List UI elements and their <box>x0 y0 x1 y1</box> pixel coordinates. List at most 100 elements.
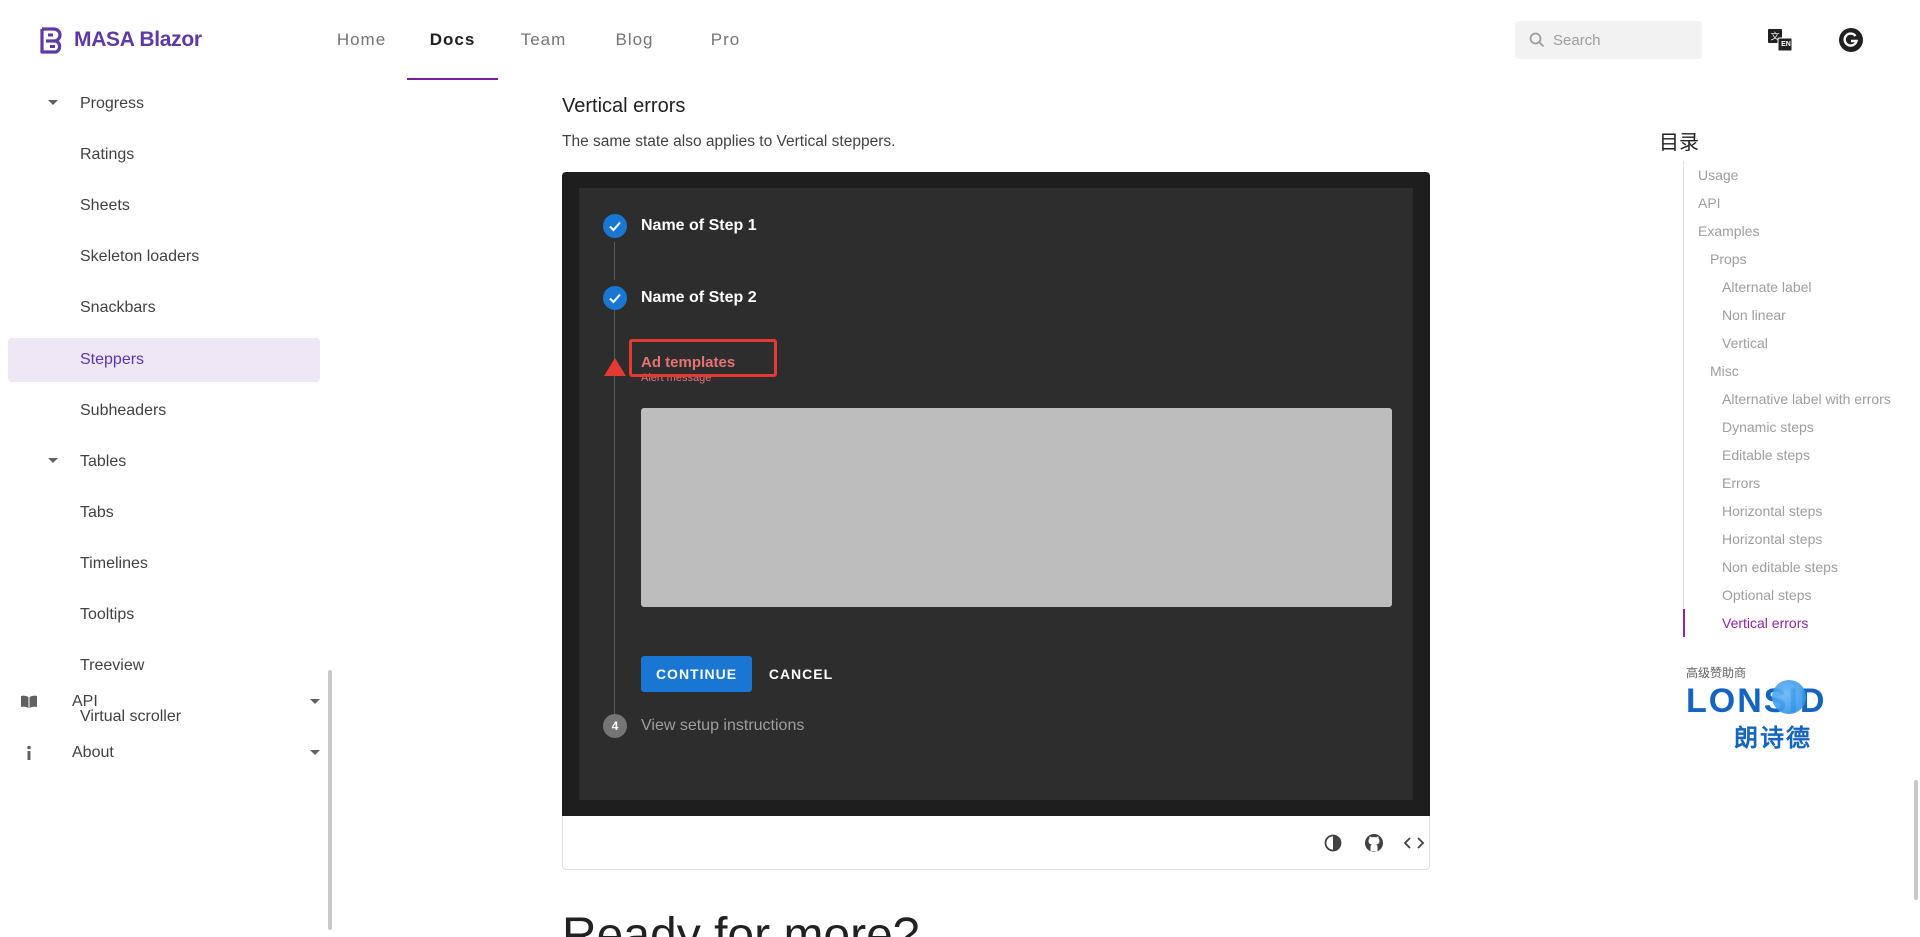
nav-pro[interactable]: Pro <box>680 0 771 80</box>
toc-item[interactable]: Props <box>1684 245 1903 273</box>
sidebar-item-label: Tabs <box>80 504 114 521</box>
toc-item[interactable]: Horizontal steps <box>1684 525 1903 553</box>
toc-item[interactable]: Vertical <box>1684 329 1903 357</box>
caret-down-icon <box>48 458 58 463</box>
toc-item[interactable]: Non linear <box>1684 301 1903 329</box>
toc-item[interactable]: Examples <box>1684 217 1903 245</box>
caret-down-icon <box>48 100 58 105</box>
sidebar-scrollbar[interactable] <box>328 670 332 930</box>
step-label[interactable]: View setup instructions <box>641 717 804 735</box>
sidebar: Progress Ratings Sheets Skeleton loaders Sna… <box>0 80 335 937</box>
view-source-button[interactable] <box>1403 832 1425 854</box>
nav-home[interactable]: Home <box>316 0 407 80</box>
sidebar-item-label: Tables <box>80 453 127 470</box>
toc-item[interactable]: Alternative label with errors <box>1684 385 1903 413</box>
section-description: The same state also applies to Vertical … <box>562 133 896 150</box>
toc-item[interactable]: Alternate label <box>1684 273 1903 301</box>
sidebar-item-progress[interactable]: Progress <box>8 82 320 126</box>
table-of-contents: Usage API Examples Props Alternate label Non … <box>1683 161 1903 637</box>
chevron-down-icon <box>310 750 320 755</box>
toc-item[interactable]: Optional steps <box>1684 581 1903 609</box>
github-icon <box>1365 834 1383 852</box>
toc-item[interactable]: API <box>1684 189 1903 217</box>
sidebar-item-snackbars[interactable]: Snackbars <box>8 286 320 330</box>
sidebar-item-sheets[interactable]: Sheets <box>8 184 320 228</box>
sidebar-item-ratings[interactable]: Ratings <box>8 133 320 177</box>
sidebar-item-label: Steppers <box>80 351 145 368</box>
step-label[interactable]: Name of Step 2 <box>641 289 757 307</box>
warning-icon <box>604 358 626 376</box>
step-label[interactable]: Name of Step 1 <box>641 217 757 235</box>
theme-toggle-button[interactable] <box>1322 832 1344 854</box>
book-icon <box>20 693 38 711</box>
sidebar-item-skeleton-loaders[interactable]: Skeleton loaders <box>8 235 320 279</box>
toc-item[interactable]: Editable steps <box>1684 441 1903 469</box>
page-scrollbar[interactable] <box>1914 780 1918 900</box>
toc-item[interactable]: Errors <box>1684 469 1903 497</box>
logo-text: MASA Blazor <box>74 28 202 51</box>
sidebar-item-label: Treeview <box>80 657 145 674</box>
language-toggle[interactable]: 文 EN <box>1766 26 1794 54</box>
sidebar-item-subheaders[interactable]: Subheaders <box>8 389 320 433</box>
contrast-icon <box>1324 834 1342 852</box>
section-title: Vertical errors <box>562 95 686 117</box>
sidebar-group-api[interactable]: API <box>8 680 320 724</box>
sponsor-globe-icon <box>1772 680 1806 714</box>
info-icon <box>20 744 38 762</box>
toc-item[interactable]: Dynamic steps <box>1684 413 1903 441</box>
toc-item[interactable]: Non editable steps <box>1684 553 1903 581</box>
cancel-button[interactable]: CANCEL <box>761 656 841 692</box>
masa-logo[interactable]: MASA Blazor <box>38 26 202 54</box>
continue-button[interactable]: CONTINUE <box>641 656 752 692</box>
check-icon <box>609 221 621 232</box>
sidebar-item-tables[interactable]: Tables <box>8 440 320 484</box>
highlight-box <box>629 339 777 377</box>
nav-docs[interactable]: Docs <box>407 0 498 80</box>
app-header: MASA Blazor HomeDocsTeamBlogPro 文 EN <box>0 0 1920 80</box>
sidebar-item-label: Timelines <box>80 555 148 572</box>
sponsor-label: 高级赞助商 <box>1686 666 1747 680</box>
sidebar-item-label: Sheets <box>80 197 130 214</box>
search-input[interactable] <box>1553 31 1693 49</box>
sponsor-name-cn: 朗诗德 <box>1734 725 1812 752</box>
vertical-stepper: Name of Step 1 Name of Step 2 Ad templat… <box>579 188 1413 800</box>
toc-item[interactable]: Horizontal steps <box>1684 497 1903 525</box>
ready-heading: Ready for more? <box>562 909 920 937</box>
step-complete-icon <box>603 214 627 238</box>
toc-item[interactable]: Usage <box>1684 161 1903 189</box>
sidebar-group-label: About <box>72 744 114 761</box>
search-box[interactable] <box>1515 21 1702 59</box>
step-content-card <box>641 408 1392 607</box>
toc-item[interactable]: Misc <box>1684 357 1903 385</box>
sidebar-item-label: Subheaders <box>80 402 167 419</box>
chevron-down-icon <box>310 699 320 704</box>
sidebar-item-tabs[interactable]: Tabs <box>8 491 320 535</box>
sponsor-logo[interactable]: LONSID 朗诗德 <box>1686 680 1861 764</box>
sidebar-item-label: Skeleton loaders <box>80 248 200 265</box>
sidebar-item-steppers[interactable]: Steppers <box>8 338 320 382</box>
nav-team[interactable]: Team <box>498 0 589 80</box>
sidebar-item-tooltips[interactable]: Tooltips <box>8 593 320 637</box>
sidebar-group-about[interactable]: About <box>8 731 320 775</box>
sidebar-item-label: Tooltips <box>80 606 135 623</box>
sidebar-group-label: API <box>72 693 98 710</box>
step-connector <box>614 242 615 280</box>
masa-logo-icon <box>40 27 62 54</box>
demo-toolbar <box>562 816 1430 870</box>
demo-panel: Name of Step 1 Name of Step 2 Ad templat… <box>562 172 1430 816</box>
toc-item[interactable]: Vertical errors <box>1683 609 1903 637</box>
step-complete-icon <box>603 286 627 310</box>
nav-blog[interactable]: Blog <box>589 0 680 80</box>
top-nav: Home Docs Team Blog Pro <box>316 0 771 80</box>
github-button[interactable] <box>1363 832 1385 854</box>
sidebar-item-label: Progress <box>80 95 145 112</box>
toc-title: 目录 <box>1659 132 1699 154</box>
theme-logo-button[interactable] <box>1837 26 1865 54</box>
code-icon <box>1403 837 1425 849</box>
sidebar-item-timelines[interactable]: Timelines <box>8 542 320 586</box>
lang-badge: EN <box>1781 41 1791 48</box>
sidebar-item-label: Snackbars <box>80 299 156 316</box>
search-icon <box>1529 32 1545 48</box>
sidebar-item-label: Ratings <box>80 146 135 163</box>
g-circle-icon <box>1839 28 1863 52</box>
